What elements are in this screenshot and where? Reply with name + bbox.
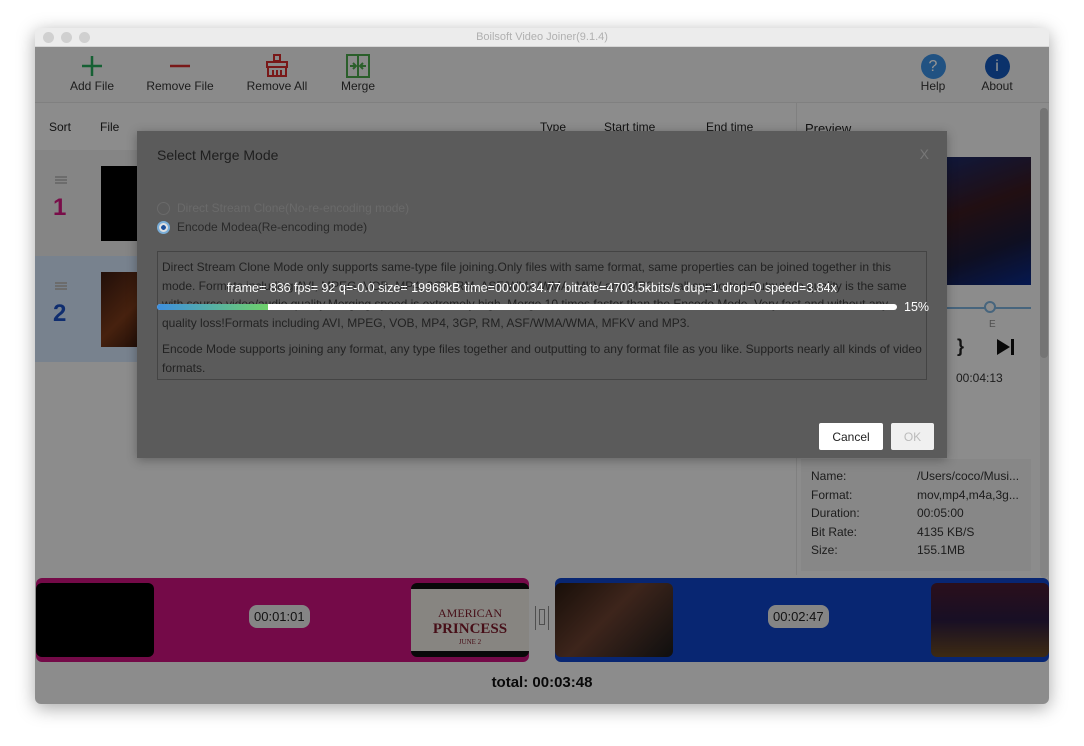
radio-checked-icon <box>157 220 170 234</box>
progress-bar <box>157 304 897 310</box>
cancel-button[interactable]: Cancel <box>819 423 883 450</box>
close-window-button[interactable] <box>43 32 54 43</box>
title-bar: Boilsoft Video Joiner(9.1.4) <box>35 28 1049 47</box>
close-icon[interactable]: X <box>920 146 929 162</box>
zoom-window-button[interactable] <box>79 32 90 43</box>
encode-mode-radio[interactable]: Encode Modea(Re-encoding mode) <box>157 220 367 234</box>
ok-button[interactable]: OK <box>891 423 934 450</box>
progress-fill <box>157 304 268 310</box>
radio-unchecked-icon <box>157 201 170 215</box>
merge-mode-dialog: Select Merge Mode X Direct Stream Clone(… <box>137 131 947 458</box>
progress-percent: 15% <box>904 300 930 314</box>
window-title: Boilsoft Video Joiner(9.1.4) <box>476 31 608 43</box>
minimize-window-button[interactable] <box>61 32 72 43</box>
direct-stream-radio[interactable]: Direct Stream Clone(No-re-encoding mode) <box>157 201 409 215</box>
progress-status: frame= 836 fps= 92 q=-0.0 size= 19968kB … <box>227 281 837 295</box>
dialog-title: Select Merge Mode <box>157 147 279 163</box>
mode-description: Direct Stream Clone Mode only supports s… <box>157 251 927 380</box>
